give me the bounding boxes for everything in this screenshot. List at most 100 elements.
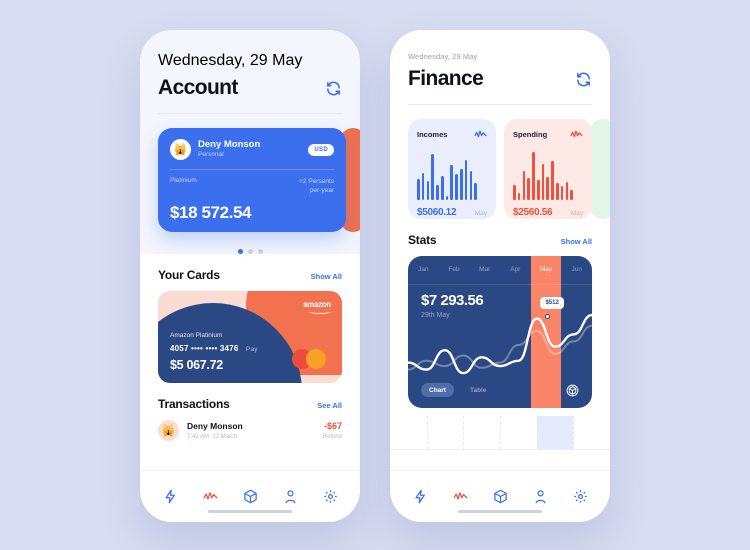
bar-9 bbox=[455, 174, 458, 200]
home-indicator bbox=[208, 509, 292, 513]
amazon-smile-icon bbox=[309, 309, 331, 314]
spending-barchart bbox=[513, 150, 583, 200]
refresh-icon[interactable] bbox=[575, 71, 592, 88]
activity-icon bbox=[570, 130, 583, 138]
phone-account: Wednesday, 29 May Account 🙀 Deny Monson … bbox=[140, 30, 360, 522]
stats-date: 29th May bbox=[421, 312, 450, 319]
gear-icon[interactable] bbox=[323, 489, 338, 504]
incomes-amount: $5060.12 bbox=[417, 207, 457, 218]
transaction-time: 7:42 AM 12 March bbox=[187, 434, 238, 440]
bar-13 bbox=[474, 183, 477, 200]
bar-6 bbox=[440, 176, 444, 200]
bar-4 bbox=[431, 154, 434, 200]
transactions-header: Transactions See All bbox=[140, 383, 360, 411]
account-cards-carousel[interactable]: 🙀 Deny Monson Personal USD Platinium +2 … bbox=[140, 114, 360, 240]
cube-icon[interactable] bbox=[243, 489, 258, 504]
next-summary-preview[interactable] bbox=[590, 119, 610, 219]
table-row[interactable]: 🙀 Deny Monson 7:42 AM 12 March -$67 Refu… bbox=[140, 411, 360, 441]
person-icon[interactable] bbox=[283, 489, 298, 504]
bottom-tabbar[interactable] bbox=[140, 470, 360, 522]
apple-pay-icon: Pay bbox=[245, 346, 258, 353]
bar-4 bbox=[527, 178, 530, 200]
activity-icon[interactable] bbox=[453, 489, 468, 504]
bar-12 bbox=[565, 182, 569, 200]
bar-10 bbox=[460, 169, 463, 200]
bar-9 bbox=[551, 161, 554, 200]
bar-3 bbox=[426, 181, 430, 200]
bar-6 bbox=[536, 180, 540, 200]
screenshot-stage: Wednesday, 29 May Account 🙀 Deny Monson … bbox=[0, 0, 750, 550]
chart-view-toggle[interactable]: Chart Table bbox=[421, 383, 494, 397]
spending-card[interactable]: Spending $2560.56 May bbox=[504, 119, 592, 219]
see-all-transactions-link[interactable]: See All bbox=[317, 401, 342, 410]
stats-amount: $7 293.56 bbox=[421, 292, 484, 309]
bolt-icon[interactable] bbox=[413, 489, 428, 504]
chart-tab[interactable]: Chart bbox=[421, 383, 454, 397]
avatar: 🙀 bbox=[158, 420, 179, 441]
bar-11 bbox=[464, 160, 468, 200]
bar-8 bbox=[450, 165, 454, 200]
pager-dot-2[interactable] bbox=[247, 249, 253, 254]
bolt-icon[interactable] bbox=[163, 489, 178, 504]
account-balance: $18 572.54 bbox=[170, 202, 252, 222]
card-divider bbox=[170, 169, 334, 170]
bar-13 bbox=[570, 190, 573, 200]
activity-icon[interactable] bbox=[203, 489, 218, 504]
bar-3 bbox=[522, 171, 526, 200]
your-cards-header: Your Cards Show All bbox=[140, 254, 360, 282]
chart-tooltip: $512 bbox=[540, 297, 564, 309]
bar-2 bbox=[517, 193, 521, 200]
account-card[interactable]: 🙀 Deny Monson Personal USD Platinium +2 … bbox=[158, 128, 346, 232]
spending-label: Spending bbox=[513, 130, 548, 139]
account-tier: Platinium bbox=[170, 177, 197, 184]
pager-dot-1[interactable] bbox=[237, 249, 243, 254]
date-label: Wednesday, 29 May bbox=[408, 52, 478, 61]
spending-amount: $2560.56 bbox=[513, 207, 553, 218]
transaction-amount: -$67 bbox=[323, 421, 342, 431]
show-all-stats-link[interactable]: Show All bbox=[561, 237, 592, 246]
pager-dot-3[interactable] bbox=[257, 249, 263, 254]
transaction-tag: Refund bbox=[322, 434, 342, 440]
cube-icon[interactable] bbox=[493, 489, 508, 504]
bar-5 bbox=[532, 152, 535, 200]
transaction-name: Deny Monson bbox=[187, 421, 243, 431]
bottom-tabbar[interactable] bbox=[390, 470, 610, 522]
incomes-label: Incomes bbox=[417, 130, 448, 139]
grid-highlight-column bbox=[536, 416, 574, 450]
person-icon[interactable] bbox=[533, 489, 548, 504]
bar-5 bbox=[436, 185, 439, 200]
refresh-icon[interactable] bbox=[325, 80, 342, 97]
stats-chart[interactable]: Jan Feb Mar Apr May Jun $7 293.56 29th May $5… bbox=[408, 256, 592, 408]
amazon-card-amount: $5 067.72 bbox=[170, 358, 223, 372]
bar-11 bbox=[560, 186, 564, 200]
bar-7 bbox=[541, 164, 545, 200]
gear-icon[interactable] bbox=[573, 489, 588, 504]
bar-2 bbox=[421, 172, 425, 200]
section-title-cards: Your Cards bbox=[158, 268, 220, 282]
amazon-card-number: 4057 •••• •••• 3476 bbox=[170, 344, 239, 353]
mastercard-icon bbox=[292, 349, 326, 369]
show-all-cards-link[interactable]: Show All bbox=[311, 272, 342, 281]
bar-1 bbox=[513, 185, 516, 200]
amazon-wordmark: amazon bbox=[303, 300, 331, 309]
carousel-pager[interactable] bbox=[140, 240, 360, 254]
cube-3d-icon[interactable] bbox=[566, 384, 579, 397]
incomes-card[interactable]: Incomes $5060.12 May bbox=[408, 119, 496, 219]
account-name: Deny Monson bbox=[198, 139, 261, 151]
amazon-card[interactable]: amazon Amazon Platinium 4057 •••• •••• 3… bbox=[158, 291, 342, 383]
currency-badge[interactable]: USD bbox=[308, 143, 334, 156]
rate-line-2: per-year bbox=[309, 187, 334, 195]
page-title: Account bbox=[158, 76, 238, 99]
page-title: Finance bbox=[408, 67, 484, 90]
incomes-barchart bbox=[417, 150, 487, 200]
bar-1 bbox=[417, 179, 420, 200]
finance-header: Wednesday, 29 May Finance bbox=[390, 30, 610, 105]
chart-grid-footer bbox=[390, 416, 610, 450]
bar-8 bbox=[546, 177, 550, 200]
stats-header: Stats Show All bbox=[390, 219, 610, 247]
bar-7 bbox=[445, 196, 449, 200]
rate-line-1: +2 Persents bbox=[299, 178, 334, 185]
account-header: Wednesday, 29 May Account bbox=[140, 30, 360, 114]
amazon-logo: amazon bbox=[303, 300, 331, 314]
table-tab[interactable]: Table bbox=[462, 383, 495, 397]
